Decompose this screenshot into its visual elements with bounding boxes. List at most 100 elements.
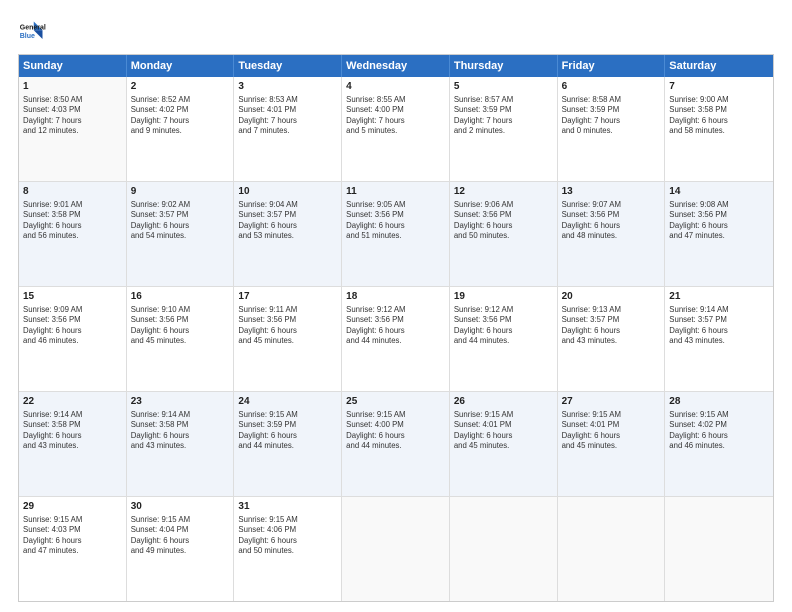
day-number: 14 xyxy=(669,185,769,199)
cal-cell-4-5: 26Sunrise: 9:15 AM Sunset: 4:01 PM Dayli… xyxy=(450,392,558,496)
day-number: 20 xyxy=(562,290,661,304)
day-number: 2 xyxy=(131,80,230,94)
day-content: Sunrise: 9:05 AM Sunset: 3:56 PM Dayligh… xyxy=(346,200,445,242)
calendar-body: 1Sunrise: 8:50 AM Sunset: 4:03 PM Daylig… xyxy=(19,77,773,601)
day-number: 17 xyxy=(238,290,337,304)
cal-cell-5-3: 31Sunrise: 9:15 AM Sunset: 4:06 PM Dayli… xyxy=(234,497,342,601)
day-content: Sunrise: 9:15 AM Sunset: 4:01 PM Dayligh… xyxy=(454,410,553,452)
cal-cell-1-4: 4Sunrise: 8:55 AM Sunset: 4:00 PM Daylig… xyxy=(342,77,450,181)
cal-cell-4-4: 25Sunrise: 9:15 AM Sunset: 4:00 PM Dayli… xyxy=(342,392,450,496)
svg-text:Blue: Blue xyxy=(20,33,35,40)
cal-cell-2-2: 9Sunrise: 9:02 AM Sunset: 3:57 PM Daylig… xyxy=(127,182,235,286)
cal-cell-3-4: 18Sunrise: 9:12 AM Sunset: 3:56 PM Dayli… xyxy=(342,287,450,391)
day-number: 22 xyxy=(23,395,122,409)
cal-cell-5-5 xyxy=(450,497,558,601)
day-content: Sunrise: 9:15 AM Sunset: 4:06 PM Dayligh… xyxy=(238,515,337,557)
cal-cell-5-7 xyxy=(665,497,773,601)
cal-cell-1-6: 6Sunrise: 8:58 AM Sunset: 3:59 PM Daylig… xyxy=(558,77,666,181)
day-content: Sunrise: 9:06 AM Sunset: 3:56 PM Dayligh… xyxy=(454,200,553,242)
day-content: Sunrise: 9:13 AM Sunset: 3:57 PM Dayligh… xyxy=(562,305,661,347)
day-number: 19 xyxy=(454,290,553,304)
day-content: Sunrise: 9:11 AM Sunset: 3:56 PM Dayligh… xyxy=(238,305,337,347)
day-content: Sunrise: 9:14 AM Sunset: 3:57 PM Dayligh… xyxy=(669,305,769,347)
cal-cell-2-6: 13Sunrise: 9:07 AM Sunset: 3:56 PM Dayli… xyxy=(558,182,666,286)
day-content: Sunrise: 8:52 AM Sunset: 4:02 PM Dayligh… xyxy=(131,95,230,137)
day-content: Sunrise: 9:12 AM Sunset: 3:56 PM Dayligh… xyxy=(346,305,445,347)
day-number: 6 xyxy=(562,80,661,94)
day-content: Sunrise: 9:09 AM Sunset: 3:56 PM Dayligh… xyxy=(23,305,122,347)
cal-cell-3-7: 21Sunrise: 9:14 AM Sunset: 3:57 PM Dayli… xyxy=(665,287,773,391)
day-content: Sunrise: 9:02 AM Sunset: 3:57 PM Dayligh… xyxy=(131,200,230,242)
page: General Blue SundayMondayTuesdayWednesda… xyxy=(0,0,792,612)
day-content: Sunrise: 9:15 AM Sunset: 4:04 PM Dayligh… xyxy=(131,515,230,557)
day-number: 29 xyxy=(23,500,122,514)
day-content: Sunrise: 9:00 AM Sunset: 3:58 PM Dayligh… xyxy=(669,95,769,137)
day-content: Sunrise: 9:15 AM Sunset: 4:03 PM Dayligh… xyxy=(23,515,122,557)
day-content: Sunrise: 9:08 AM Sunset: 3:56 PM Dayligh… xyxy=(669,200,769,242)
cal-cell-4-3: 24Sunrise: 9:15 AM Sunset: 3:59 PM Dayli… xyxy=(234,392,342,496)
day-number: 15 xyxy=(23,290,122,304)
header: General Blue xyxy=(18,18,774,46)
header-day-saturday: Saturday xyxy=(665,55,773,77)
cal-cell-2-7: 14Sunrise: 9:08 AM Sunset: 3:56 PM Dayli… xyxy=(665,182,773,286)
day-number: 10 xyxy=(238,185,337,199)
day-number: 27 xyxy=(562,395,661,409)
day-number: 16 xyxy=(131,290,230,304)
day-content: Sunrise: 9:12 AM Sunset: 3:56 PM Dayligh… xyxy=(454,305,553,347)
day-number: 13 xyxy=(562,185,661,199)
cal-cell-3-5: 19Sunrise: 9:12 AM Sunset: 3:56 PM Dayli… xyxy=(450,287,558,391)
cal-cell-1-2: 2Sunrise: 8:52 AM Sunset: 4:02 PM Daylig… xyxy=(127,77,235,181)
cal-cell-2-5: 12Sunrise: 9:06 AM Sunset: 3:56 PM Dayli… xyxy=(450,182,558,286)
day-number: 4 xyxy=(346,80,445,94)
cal-cell-1-7: 7Sunrise: 9:00 AM Sunset: 3:58 PM Daylig… xyxy=(665,77,773,181)
day-content: Sunrise: 8:50 AM Sunset: 4:03 PM Dayligh… xyxy=(23,95,122,137)
logo: General Blue xyxy=(18,18,46,46)
cal-cell-4-6: 27Sunrise: 9:15 AM Sunset: 4:01 PM Dayli… xyxy=(558,392,666,496)
header-day-wednesday: Wednesday xyxy=(342,55,450,77)
day-number: 9 xyxy=(131,185,230,199)
day-number: 30 xyxy=(131,500,230,514)
cal-cell-3-3: 17Sunrise: 9:11 AM Sunset: 3:56 PM Dayli… xyxy=(234,287,342,391)
day-number: 11 xyxy=(346,185,445,199)
day-content: Sunrise: 8:58 AM Sunset: 3:59 PM Dayligh… xyxy=(562,95,661,137)
header-day-thursday: Thursday xyxy=(450,55,558,77)
day-content: Sunrise: 9:15 AM Sunset: 4:02 PM Dayligh… xyxy=(669,410,769,452)
day-number: 28 xyxy=(669,395,769,409)
cal-cell-3-2: 16Sunrise: 9:10 AM Sunset: 3:56 PM Dayli… xyxy=(127,287,235,391)
day-content: Sunrise: 9:15 AM Sunset: 3:59 PM Dayligh… xyxy=(238,410,337,452)
cal-cell-5-4 xyxy=(342,497,450,601)
cal-cell-3-1: 15Sunrise: 9:09 AM Sunset: 3:56 PM Dayli… xyxy=(19,287,127,391)
cal-cell-5-6 xyxy=(558,497,666,601)
day-number: 24 xyxy=(238,395,337,409)
day-content: Sunrise: 9:15 AM Sunset: 4:00 PM Dayligh… xyxy=(346,410,445,452)
day-content: Sunrise: 9:04 AM Sunset: 3:57 PM Dayligh… xyxy=(238,200,337,242)
cal-cell-1-1: 1Sunrise: 8:50 AM Sunset: 4:03 PM Daylig… xyxy=(19,77,127,181)
cal-cell-1-5: 5Sunrise: 8:57 AM Sunset: 3:59 PM Daylig… xyxy=(450,77,558,181)
cal-cell-2-1: 8Sunrise: 9:01 AM Sunset: 3:58 PM Daylig… xyxy=(19,182,127,286)
logo-icon: General Blue xyxy=(18,18,46,46)
day-number: 12 xyxy=(454,185,553,199)
week-row-5: 29Sunrise: 9:15 AM Sunset: 4:03 PM Dayli… xyxy=(19,497,773,601)
day-number: 31 xyxy=(238,500,337,514)
cal-cell-5-1: 29Sunrise: 9:15 AM Sunset: 4:03 PM Dayli… xyxy=(19,497,127,601)
svg-text:General: General xyxy=(20,24,46,31)
day-number: 8 xyxy=(23,185,122,199)
cal-cell-4-2: 23Sunrise: 9:14 AM Sunset: 3:58 PM Dayli… xyxy=(127,392,235,496)
header-day-tuesday: Tuesday xyxy=(234,55,342,77)
calendar-header: SundayMondayTuesdayWednesdayThursdayFrid… xyxy=(19,55,773,77)
day-number: 3 xyxy=(238,80,337,94)
day-content: Sunrise: 8:53 AM Sunset: 4:01 PM Dayligh… xyxy=(238,95,337,137)
header-day-monday: Monday xyxy=(127,55,235,77)
day-number: 25 xyxy=(346,395,445,409)
day-number: 21 xyxy=(669,290,769,304)
day-content: Sunrise: 9:14 AM Sunset: 3:58 PM Dayligh… xyxy=(23,410,122,452)
day-content: Sunrise: 9:14 AM Sunset: 3:58 PM Dayligh… xyxy=(131,410,230,452)
week-row-1: 1Sunrise: 8:50 AM Sunset: 4:03 PM Daylig… xyxy=(19,77,773,182)
day-content: Sunrise: 9:10 AM Sunset: 3:56 PM Dayligh… xyxy=(131,305,230,347)
header-day-sunday: Sunday xyxy=(19,55,127,77)
header-day-friday: Friday xyxy=(558,55,666,77)
cal-cell-2-3: 10Sunrise: 9:04 AM Sunset: 3:57 PM Dayli… xyxy=(234,182,342,286)
day-content: Sunrise: 9:15 AM Sunset: 4:01 PM Dayligh… xyxy=(562,410,661,452)
cal-cell-5-2: 30Sunrise: 9:15 AM Sunset: 4:04 PM Dayli… xyxy=(127,497,235,601)
cal-cell-2-4: 11Sunrise: 9:05 AM Sunset: 3:56 PM Dayli… xyxy=(342,182,450,286)
